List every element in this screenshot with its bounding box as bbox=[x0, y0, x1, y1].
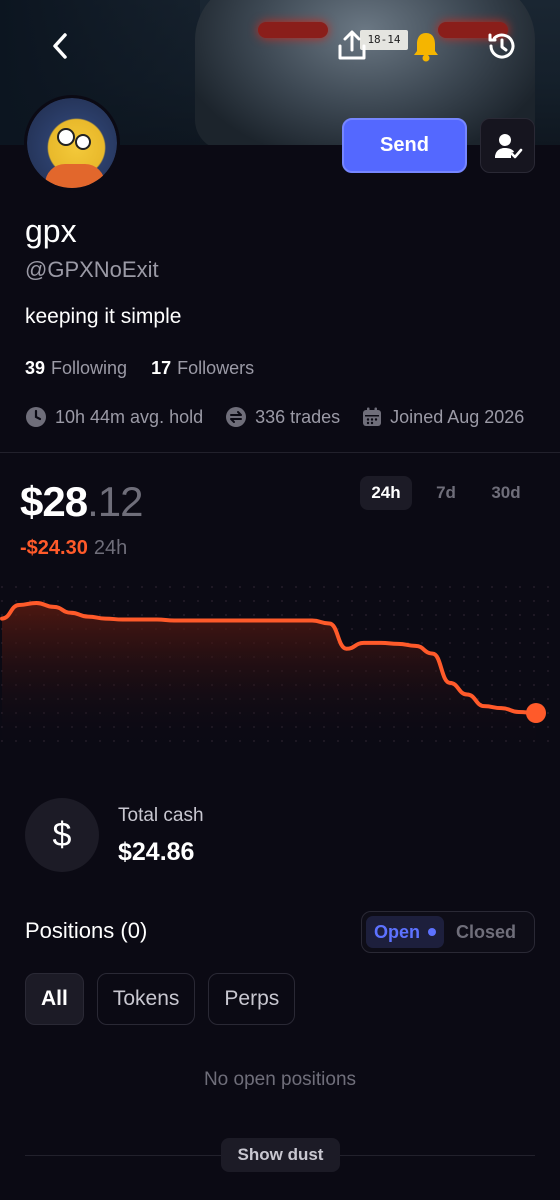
chart-end-point bbox=[526, 703, 546, 723]
filter-perps[interactable]: Perps bbox=[208, 973, 296, 1025]
balance-whole: $28 bbox=[20, 478, 88, 525]
position-filters: All Tokens Perps bbox=[25, 973, 296, 1025]
total-cash-value: $24.86 bbox=[118, 838, 195, 866]
filter-all[interactable]: All bbox=[25, 973, 84, 1025]
notifications-button[interactable] bbox=[406, 26, 446, 66]
share-icon bbox=[338, 30, 366, 60]
profile-meta: 10h 44m avg. hold 336 trades Joined Aug … bbox=[25, 406, 524, 428]
follow-stats: 39 Following 17 Followers bbox=[25, 358, 254, 379]
open-tab[interactable]: Open bbox=[366, 916, 445, 948]
range-tabs: 24h 7d 30d bbox=[360, 476, 532, 510]
joined-text: Joined Aug 2026 bbox=[390, 406, 525, 427]
filter-tokens[interactable]: Tokens bbox=[96, 973, 196, 1025]
back-button[interactable] bbox=[40, 28, 80, 64]
positions-title: Positions (0) bbox=[25, 918, 148, 943]
portfolio-balance: $28.12 bbox=[20, 478, 143, 526]
change-period: 24h bbox=[93, 537, 128, 559]
share-button[interactable] bbox=[332, 26, 372, 66]
clock-icon bbox=[26, 407, 46, 427]
profile-name: gpx bbox=[25, 213, 77, 249]
calendar-icon bbox=[363, 407, 382, 426]
send-button[interactable]: Send bbox=[342, 118, 467, 173]
range-tab-7d[interactable]: 7d bbox=[420, 476, 472, 510]
profile-bio: keeping it simple bbox=[25, 305, 182, 328]
avatar[interactable] bbox=[24, 95, 120, 191]
trades-text: 336 trades bbox=[255, 406, 341, 427]
closed-tab[interactable]: Closed bbox=[444, 922, 516, 943]
balance-cents: .12 bbox=[87, 478, 143, 525]
profile-page: 18-14 Send gpx @GPXNoExit keeping it sim… bbox=[0, 0, 560, 1200]
following-label: Following bbox=[51, 358, 128, 378]
swap-icon bbox=[226, 407, 247, 427]
followers-label: Followers bbox=[177, 358, 255, 378]
avg-hold-text: 10h 44m avg. hold bbox=[55, 406, 204, 427]
open-dot-icon bbox=[428, 928, 437, 936]
follow-button[interactable] bbox=[480, 118, 535, 173]
range-tab-24h[interactable]: 24h bbox=[360, 476, 412, 510]
profile-handle: @GPXNoExit bbox=[25, 257, 159, 282]
total-cash-label: Total cash bbox=[118, 805, 204, 826]
following-stat[interactable]: 39 Following bbox=[25, 358, 127, 379]
trades-stat: 336 trades bbox=[225, 406, 340, 428]
balance-chart[interactable] bbox=[0, 585, 560, 750]
open-label: Open bbox=[374, 921, 421, 942]
followers-count: 17 bbox=[151, 358, 172, 378]
section-divider bbox=[0, 452, 560, 453]
balance-chart-svg bbox=[0, 585, 560, 750]
user-check-icon bbox=[494, 133, 522, 158]
balance-change: -$24.30 24h bbox=[20, 537, 127, 560]
bell-icon bbox=[414, 33, 438, 62]
empty-state: No open positions bbox=[203, 1069, 357, 1090]
joined-stat: Joined Aug 2026 bbox=[362, 407, 524, 428]
following-count: 39 bbox=[25, 358, 46, 378]
history-icon bbox=[488, 33, 515, 59]
dollar-icon: $ bbox=[25, 798, 99, 872]
show-dust-button[interactable]: Show dust bbox=[221, 1138, 340, 1172]
history-button[interactable] bbox=[482, 26, 522, 66]
range-tab-30d[interactable]: 30d bbox=[480, 476, 532, 510]
chevron-left-icon bbox=[53, 33, 67, 59]
change-value: -$24.30 bbox=[20, 537, 88, 559]
open-closed-toggle: Open Closed bbox=[361, 911, 535, 953]
followers-stat[interactable]: 17 Followers bbox=[151, 358, 254, 379]
avg-hold-stat: 10h 44m avg. hold bbox=[25, 406, 203, 428]
